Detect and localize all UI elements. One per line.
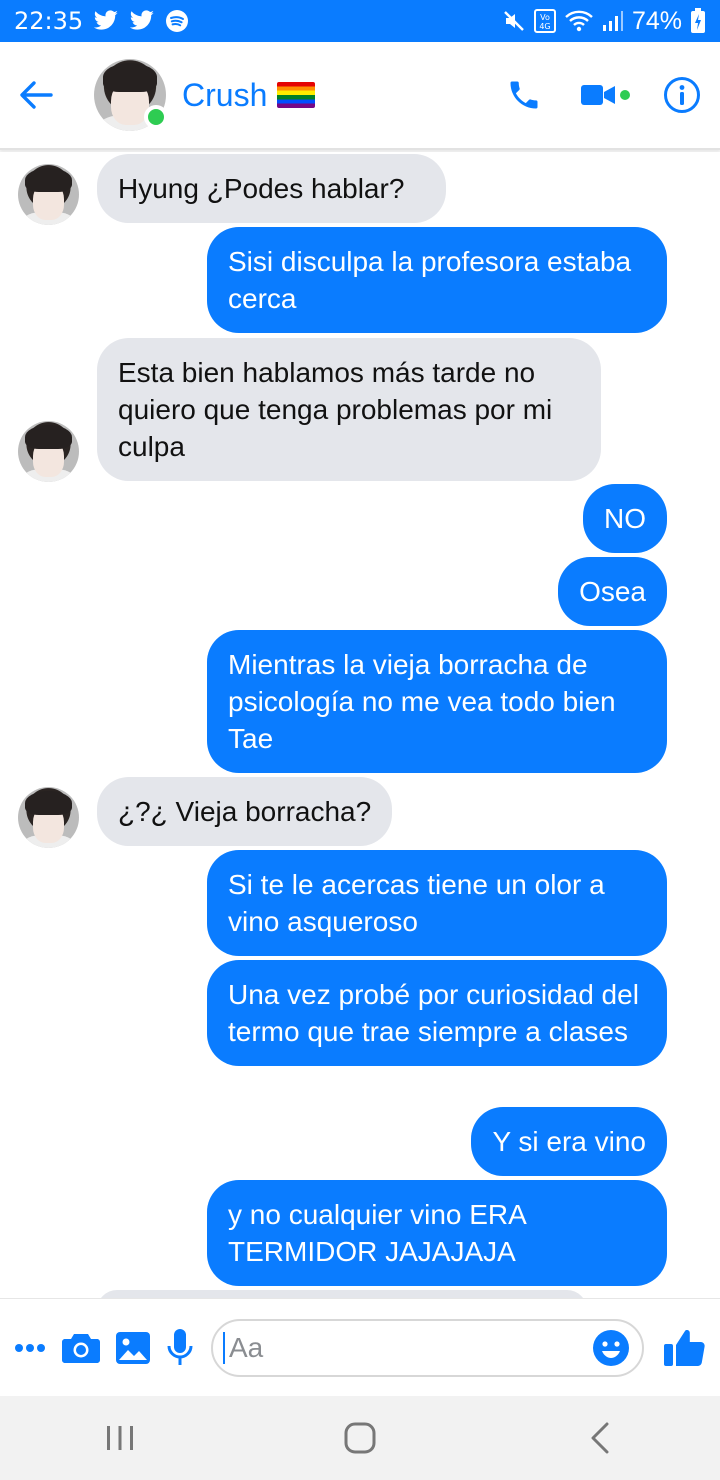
smiley-icon xyxy=(593,1329,629,1366)
home-icon xyxy=(344,1422,376,1454)
contact-name[interactable]: Crush xyxy=(182,76,316,114)
arrow-left-icon xyxy=(20,81,53,109)
conversation-header: Crush xyxy=(0,42,720,150)
message-outgoing[interactable]: Mientras la vieja borracha de psicología… xyxy=(207,630,667,773)
like-button[interactable] xyxy=(664,1323,706,1373)
video-call-button[interactable] xyxy=(580,82,630,108)
message-outgoing[interactable]: Una vez probé por curiosidad del termo q… xyxy=(207,960,667,1066)
camera-button[interactable] xyxy=(62,1323,100,1373)
sender-avatar xyxy=(18,787,79,848)
message-outgoing[interactable]: Osea xyxy=(558,557,667,626)
svg-text:4G: 4G xyxy=(539,22,550,31)
contact-avatar[interactable] xyxy=(94,59,168,131)
rainbow-flag-icon xyxy=(277,82,316,108)
message-incoming[interactable]: Hyung ¿Podes hablar? xyxy=(97,154,446,223)
recent-apps-icon xyxy=(107,1426,133,1450)
message-list[interactable]: Hyung ¿Podes hablar? Sisi disculpa la pr… xyxy=(0,152,720,1298)
sender-avatar xyxy=(18,164,79,225)
voice-message-button[interactable] xyxy=(166,1323,193,1373)
emoji-button[interactable] xyxy=(590,1327,632,1369)
message-outgoing[interactable]: y no cualquier vino ERA TERMIDOR JAJAJAJ… xyxy=(207,1180,667,1286)
home-button[interactable] xyxy=(320,1408,400,1468)
message-input[interactable] xyxy=(223,1331,590,1364)
battery-percent: 74% xyxy=(631,6,682,35)
message-composer xyxy=(0,1298,720,1396)
recent-apps-button[interactable] xyxy=(80,1408,160,1468)
gallery-button[interactable] xyxy=(116,1323,150,1373)
image-icon xyxy=(116,1331,150,1364)
signal-icon xyxy=(602,10,624,32)
battery-charging-icon xyxy=(690,8,706,34)
system-navigation-bar xyxy=(0,1396,720,1480)
status-bar: 22:35 Vo 4G 74% xyxy=(0,0,720,42)
info-button[interactable] xyxy=(652,65,712,125)
microphone-icon xyxy=(167,1328,192,1365)
online-status-dot xyxy=(144,105,168,129)
video-active-dot xyxy=(620,90,630,100)
sender-avatar xyxy=(18,421,79,482)
status-time: 22:35 xyxy=(14,7,84,35)
message-incoming-partial[interactable] xyxy=(97,1290,587,1298)
camera-icon xyxy=(62,1333,100,1363)
twitter-icon xyxy=(129,10,155,32)
contact-name-text: Crush xyxy=(182,76,268,113)
more-dots-icon xyxy=(15,1343,45,1352)
message-outgoing[interactable]: Y si era vino xyxy=(471,1107,667,1176)
info-icon xyxy=(664,77,700,113)
twitter-icon xyxy=(93,10,119,32)
chevron-left-icon xyxy=(591,1422,609,1454)
message-outgoing[interactable]: Sisi disculpa la profesora estaba cerca xyxy=(207,227,667,333)
spotify-icon xyxy=(165,9,189,33)
back-nav-button[interactable] xyxy=(560,1408,640,1468)
message-outgoing[interactable]: NO xyxy=(583,484,667,553)
back-button[interactable] xyxy=(6,65,66,125)
wifi-icon xyxy=(564,9,594,33)
video-camera-icon xyxy=(581,85,615,105)
more-actions-button[interactable] xyxy=(14,1323,46,1373)
volte-icon: Vo 4G xyxy=(533,9,556,33)
voice-call-button[interactable] xyxy=(494,65,554,125)
svg-text:Vo: Vo xyxy=(540,13,550,22)
message-input-container[interactable] xyxy=(211,1318,644,1377)
message-incoming[interactable]: ¿?¿ Vieja borracha? xyxy=(97,777,393,846)
message-incoming[interactable]: Esta bien hablamos más tarde no quiero q… xyxy=(97,338,601,481)
mute-icon xyxy=(502,9,526,33)
thumbs-up-icon xyxy=(664,1329,705,1366)
message-outgoing[interactable]: Si te le acercas tiene un olor a vino as… xyxy=(207,850,667,956)
phone-icon xyxy=(510,81,538,109)
